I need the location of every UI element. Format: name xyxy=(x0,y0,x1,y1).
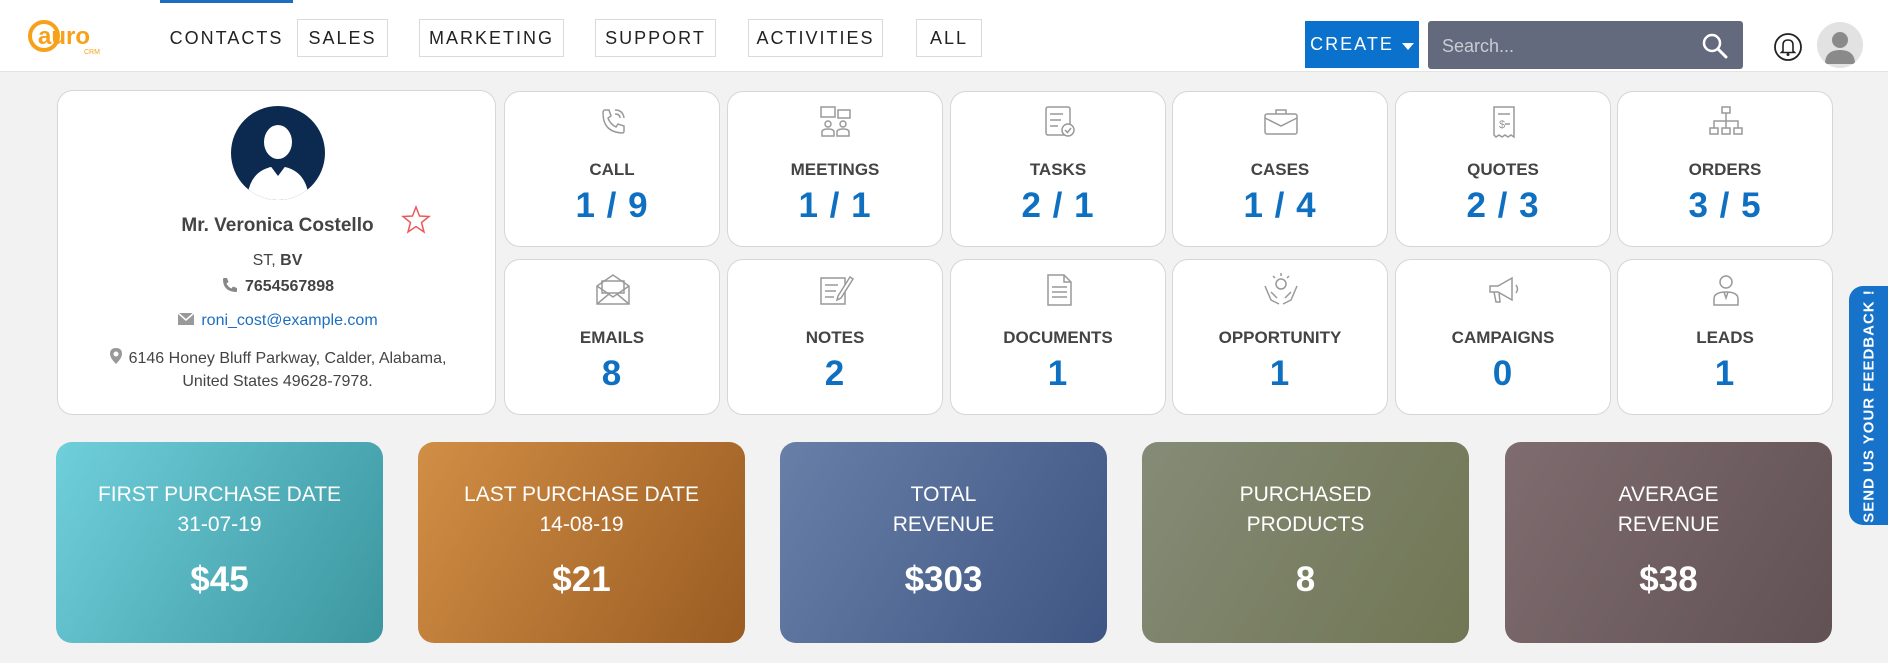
tile-leads[interactable]: LEADS 1 xyxy=(1617,259,1833,415)
nav-support[interactable]: SUPPORT xyxy=(595,19,716,57)
metric-title: PURCHASED PRODUCTS xyxy=(1239,483,1372,536)
phone-icon xyxy=(223,278,237,292)
metric-value: $38 xyxy=(1639,560,1698,599)
document-icon xyxy=(1047,274,1072,306)
tile-notes[interactable]: NOTES 2 xyxy=(727,259,943,415)
briefcase-icon xyxy=(1264,109,1298,135)
tile-tasks[interactable]: TASKS 2 / 1 xyxy=(950,91,1166,247)
contact-avatar xyxy=(231,106,325,200)
tile-orders[interactable]: ORDERS 3 / 5 xyxy=(1617,91,1833,247)
person-icon xyxy=(1713,275,1739,306)
nav-activities[interactable]: ACTIVITIES xyxy=(748,19,883,57)
map-pin-icon xyxy=(109,348,122,364)
metric-total-revenue: TOTAL REVENUE $303 xyxy=(780,442,1107,643)
metric-value: 8 xyxy=(1295,560,1316,599)
search-input[interactable] xyxy=(1428,21,1704,71)
envelope-icon xyxy=(177,312,195,325)
meeting-icon xyxy=(820,106,851,137)
metric-value: $45 xyxy=(190,560,249,599)
contact-phone[interactable]: 7654567898 xyxy=(58,277,497,296)
nav-contacts[interactable]: CONTACTS xyxy=(160,0,293,57)
phone-call-icon xyxy=(602,109,625,134)
receipt-icon: $ xyxy=(1493,106,1515,139)
nav-sales[interactable]: SALES xyxy=(297,19,388,57)
tile-cases[interactable]: CASES 1 / 4 xyxy=(1172,91,1388,247)
notes-icon xyxy=(820,275,855,305)
tile-call[interactable]: CALL 1 / 9 xyxy=(504,91,720,247)
tile-documents[interactable]: DOCUMENTS 1 xyxy=(950,259,1166,415)
metric-title: FIRST PURCHASE DATE 31-07-19 xyxy=(97,483,342,536)
handshake-icon xyxy=(1264,273,1298,305)
top-navigation-bar: auro CRM CONTACTS SALES MARKETING SUPPOR… xyxy=(0,0,1888,72)
tile-campaigns[interactable]: CAMPAIGNS 0 xyxy=(1395,259,1611,415)
metric-purchased-products: PURCHASED PRODUCTS 8 xyxy=(1142,442,1469,643)
contact-title: ST, BV xyxy=(252,252,303,269)
tile-meetings[interactable]: MEETINGS 1 / 1 xyxy=(727,91,943,247)
metric-title: TOTAL REVENUE xyxy=(892,483,995,536)
metric-average-revenue: AVERAGE REVENUE $38 xyxy=(1505,442,1832,643)
contact-email[interactable]: roni_cost@example.com xyxy=(58,312,497,330)
metric-first-purchase: FIRST PURCHASE DATE 31-07-19 $45 xyxy=(56,442,383,643)
metric-title: AVERAGE REVENUE xyxy=(1617,483,1720,536)
tile-quotes[interactable]: $ QUOTES 2 / 3 xyxy=(1395,91,1611,247)
svg-text:auro: auro xyxy=(38,23,90,50)
create-button[interactable]: CREATE xyxy=(1305,21,1419,68)
metric-value: $303 xyxy=(904,560,983,599)
metric-value: $21 xyxy=(552,560,611,599)
nav-marketing[interactable]: MARKETING xyxy=(419,19,564,57)
contact-card: Mr. Veronica Costello ST, BV 7654567898 … xyxy=(57,90,496,415)
contact-address: 6146 Honey Bluff Parkway, Calder, Alabam… xyxy=(58,347,497,393)
tasks-icon xyxy=(1045,106,1075,137)
megaphone-icon xyxy=(1489,276,1519,303)
caret-down-icon xyxy=(1401,42,1414,50)
tile-emails[interactable]: EMAILS 8 xyxy=(504,259,720,415)
bell-icon[interactable] xyxy=(1773,32,1803,62)
metric-title: LAST PURCHASE DATE 14-08-19 xyxy=(464,483,699,536)
tile-opportunity[interactable]: OPPORTUNITY 1 xyxy=(1172,259,1388,415)
hierarchy-icon xyxy=(1709,106,1743,135)
nav-all[interactable]: ALL xyxy=(916,19,982,57)
svg-text:CRM: CRM xyxy=(84,49,100,56)
user-avatar[interactable] xyxy=(1817,22,1863,68)
auro-crm-logo[interactable]: auro CRM xyxy=(26,14,114,56)
favorite-star-icon[interactable] xyxy=(401,205,431,235)
feedback-tab[interactable]: SEND US YOUR FEEDBACK ! xyxy=(1849,286,1888,525)
svg-text:$: $ xyxy=(1499,119,1505,131)
contact-name: Mr. Veronica Costello xyxy=(181,215,374,236)
search-box xyxy=(1428,21,1743,71)
metric-last-purchase: LAST PURCHASE DATE 14-08-19 $21 xyxy=(418,442,745,643)
search-icon[interactable] xyxy=(1701,32,1729,60)
envelope-icon xyxy=(596,274,630,305)
